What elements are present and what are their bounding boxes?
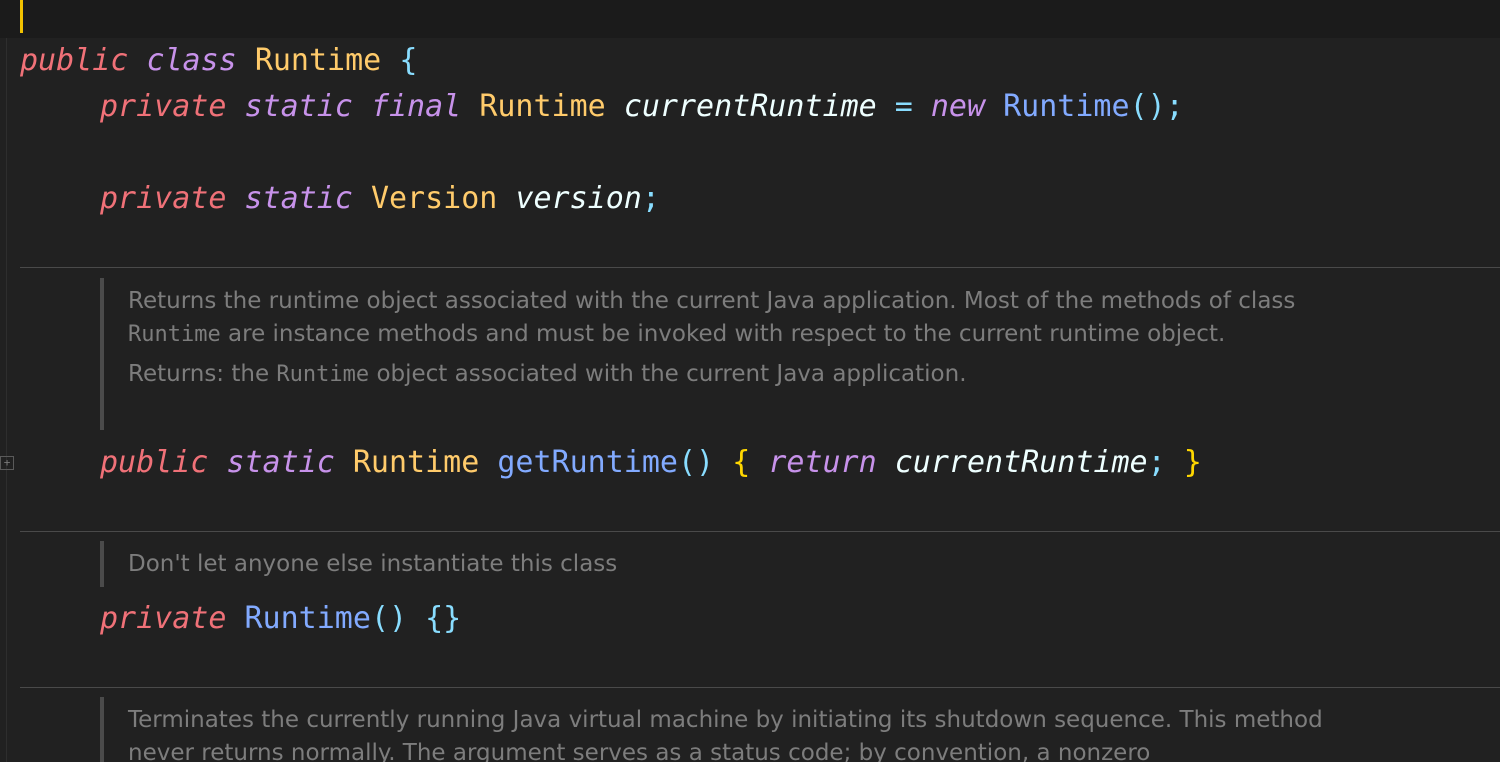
keyword-static: static (226, 445, 335, 480)
field-name: currentRuntime (623, 89, 877, 124)
open-brace: { (732, 445, 751, 480)
keyword-class: class (146, 43, 237, 78)
field-type: Runtime (479, 89, 606, 124)
class-name: Runtime (254, 43, 382, 78)
doc-description: Returns the runtime object associated wi… (128, 288, 1296, 347)
close-brace: } (1183, 445, 1202, 480)
doc-comment-bar (100, 278, 104, 430)
current-line-highlight (0, 0, 1500, 38)
field-name: version (515, 181, 642, 216)
returned-field: currentRuntime (894, 445, 1148, 480)
code-line-get-runtime-method[interactable]: public static Runtime getRuntime() { ret… (100, 443, 1202, 483)
keyword-static: static (244, 89, 353, 124)
keyword-new: new (930, 89, 986, 124)
code-line-private-constructor[interactable]: private Runtime() {} (100, 599, 461, 639)
method-name: getRuntime (497, 445, 678, 480)
keyword-private: private (100, 181, 227, 216)
semicolon: ; (1147, 445, 1166, 480)
section-separator (20, 687, 1500, 688)
assign-operator: = (894, 89, 913, 124)
keyword-private: private (100, 89, 227, 124)
keyword-private: private (100, 601, 227, 636)
text-caret (20, 0, 23, 33)
keyword-static: static (244, 181, 353, 216)
doc-comment-bar (100, 541, 104, 587)
call-parens: (); (1129, 89, 1184, 124)
keyword-public: public (100, 445, 209, 480)
code-line-version-field[interactable]: private static Version version; (100, 179, 660, 219)
doc-comment-exit: Terminates the currently running Java vi… (128, 707, 1323, 762)
field-type: Version (370, 181, 498, 216)
method-parens: () (678, 445, 715, 480)
empty-body-braces: {} (425, 601, 462, 636)
keyword-return: return (768, 445, 877, 480)
keyword-final: final (370, 89, 462, 124)
gutter-divider (6, 38, 7, 762)
fold-toggle-icon[interactable]: + (0, 456, 14, 470)
return-type: Runtime (352, 445, 480, 480)
semicolon: ; (641, 181, 660, 216)
constructor-name: Runtime (244, 601, 371, 636)
doc-comment-constructor: Don't let anyone else instantiate this c… (128, 551, 618, 577)
doc-returns: Returns: the Runtime object associated w… (128, 361, 967, 387)
code-line-class-declaration[interactable]: public class Runtime { (20, 41, 417, 81)
constructor-call: Runtime (1003, 89, 1130, 124)
section-separator (20, 267, 1500, 268)
code-editor[interactable]: public class Runtime { private static fi… (0, 0, 1500, 762)
section-separator (20, 531, 1500, 532)
doc-comment-get-runtime: Returns the runtime object associated wi… (128, 285, 1348, 391)
doc-comment-bar (100, 697, 104, 762)
open-brace: { (399, 43, 418, 78)
code-line-current-runtime-field[interactable]: private static final Runtime currentRunt… (100, 87, 1184, 127)
keyword-public: public (20, 43, 129, 78)
constructor-parens: () (370, 601, 408, 636)
